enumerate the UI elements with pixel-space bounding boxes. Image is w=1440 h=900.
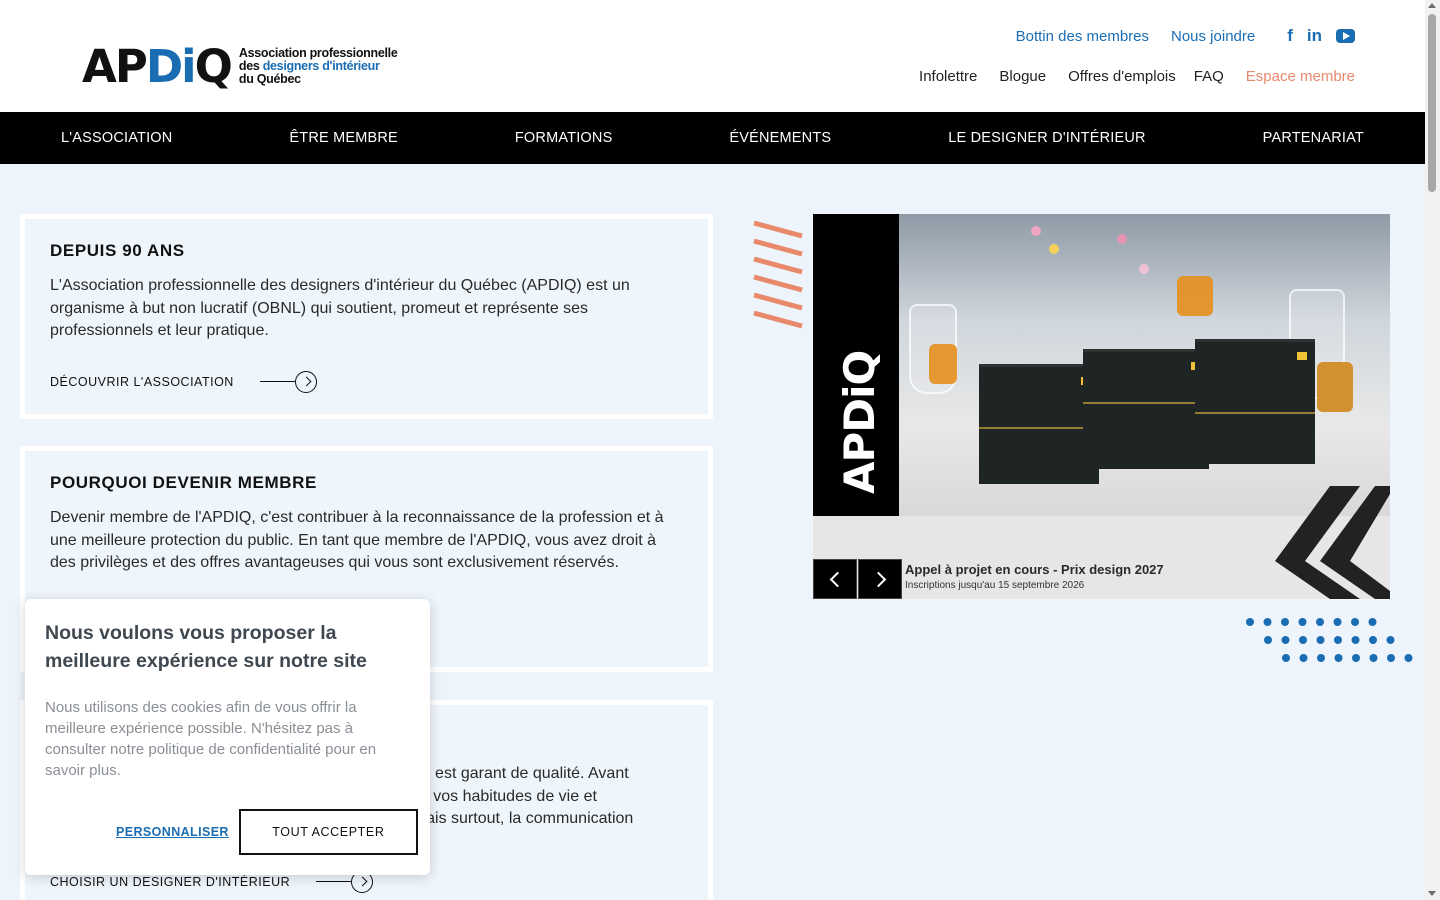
chevrons-left-graphic xyxy=(1275,486,1390,599)
page-scrollbar[interactable] xyxy=(1425,0,1440,900)
dot xyxy=(1281,636,1290,644)
card-text: Devenir membre de l'APDIQ, c'est contrib… xyxy=(50,509,664,571)
cookie-actions: PERSONNALISER TOUT ACCEPTER xyxy=(116,809,418,855)
secondary-links: Infolettre Blogue Offres d'emplois FAQ E… xyxy=(919,68,1355,85)
dot xyxy=(1334,636,1342,644)
site-header: APDiQ Association professionnelle des de… xyxy=(0,0,1425,112)
slide-title: Appel à projet en cours - Prix design 20… xyxy=(905,562,1164,577)
nav-item-evenements[interactable]: ÉVÉNEMENTS xyxy=(729,130,831,146)
linkedin-icon[interactable]: in xyxy=(1307,26,1322,46)
dot xyxy=(1351,618,1359,626)
nav-item-designer[interactable]: LE DESIGNER D'INTÉRIEUR xyxy=(948,130,1146,146)
card-text: L'Association professionnelle des design… xyxy=(50,277,630,339)
decorative-stripes xyxy=(753,220,803,329)
slide-subtitle: Inscriptions jusqu'au 15 septembre 2026 xyxy=(905,580,1085,591)
scroll-down-icon[interactable] xyxy=(1428,891,1436,896)
slide-brand-band: APDiQ xyxy=(813,214,899,516)
customize-cookies-link[interactable]: PERSONNALISER xyxy=(116,825,229,839)
card-title: DEPUIS 90 ANS xyxy=(50,241,185,260)
dot xyxy=(1369,636,1377,644)
dot xyxy=(1316,618,1324,626)
cookie-title: Nous voulons vous proposer la meilleure … xyxy=(45,622,367,672)
accept-all-cookies-button[interactable]: TOUT ACCEPTER xyxy=(238,809,418,855)
nav-item-formations[interactable]: FORMATIONS xyxy=(515,130,613,146)
dot xyxy=(1368,618,1377,626)
nav-item-association[interactable]: L'ASSOCIATION xyxy=(61,130,172,146)
dot xyxy=(1298,618,1307,626)
scroll-up-icon[interactable] xyxy=(1428,3,1436,8)
logo-text: Association professionnelle des designer… xyxy=(238,46,398,86)
dot xyxy=(1369,654,1378,662)
decorative-dots xyxy=(1246,618,1413,662)
logo-mark: APDiQ xyxy=(82,40,233,93)
choose-designer-label[interactable]: CHOISIR UN DESIGNER D'INTÉRIEUR xyxy=(50,875,290,889)
card-title: POURQUOI DEVENIR MEMBRE xyxy=(50,473,317,492)
dot xyxy=(1264,636,1272,644)
apdiq-logo[interactable]: APDiQ Association professionnelle des de… xyxy=(82,40,398,93)
social-links: f in xyxy=(1287,26,1355,46)
dot xyxy=(1263,618,1272,626)
facebook-icon[interactable]: f xyxy=(1287,26,1293,46)
main-nav: L'ASSOCIATION ÊTRE MEMBRE FORMATIONS ÉVÉ… xyxy=(0,112,1425,164)
dot xyxy=(1281,618,1289,626)
card-depuis-90-ans: DEPUIS 90 ANS L'Association professionne… xyxy=(20,214,713,419)
dot xyxy=(1352,654,1360,662)
discover-association-label[interactable]: DÉCOUVRIR L'ASSOCIATION xyxy=(50,375,234,389)
cookie-text: Nous utilisons des cookies afin de vous … xyxy=(45,699,377,779)
dot xyxy=(1246,618,1254,626)
top-links: Bottin des membres Nous joindre f in xyxy=(1016,26,1355,46)
dot xyxy=(1387,654,1395,662)
dot xyxy=(1316,636,1325,644)
dot xyxy=(1299,636,1307,644)
hero-slider[interactable]: APDiQ Appel à projet en cours - Prix des… xyxy=(813,214,1390,599)
blog-link[interactable]: Blogue xyxy=(999,68,1046,85)
arrow-right-icon xyxy=(259,370,317,393)
slide-photo xyxy=(899,214,1390,516)
cookie-consent-dialog: Nous voulons vous proposer la meilleure … xyxy=(25,599,430,875)
discover-association-link[interactable]: DÉCOUVRIR L'ASSOCIATION xyxy=(50,370,683,393)
members-directory-link[interactable]: Bottin des membres xyxy=(1016,28,1149,45)
jobs-link[interactable]: Offres d'emplois xyxy=(1068,68,1176,85)
slide-caption: Appel à projet en cours - Prix design 20… xyxy=(905,562,1164,591)
dot xyxy=(1299,654,1308,662)
dot xyxy=(1386,636,1395,644)
contact-link[interactable]: Nous joindre xyxy=(1171,28,1255,45)
newsletter-link[interactable]: Infolettre xyxy=(919,68,977,85)
dot xyxy=(1282,654,1290,662)
member-space-link[interactable]: Espace membre xyxy=(1246,68,1355,85)
dot xyxy=(1333,618,1342,626)
scrollbar-thumb[interactable] xyxy=(1428,14,1436,192)
faq-link[interactable]: FAQ xyxy=(1194,68,1224,85)
slider-next-button[interactable] xyxy=(858,559,902,599)
slider-prev-button[interactable] xyxy=(813,559,857,599)
dot xyxy=(1317,654,1325,662)
slide-brand-logo: APDiQ xyxy=(835,350,884,494)
dot xyxy=(1404,654,1413,662)
nav-item-partenariat[interactable]: PARTENARIAT xyxy=(1263,130,1364,146)
dot xyxy=(1351,636,1360,644)
nav-item-etre-membre[interactable]: ÊTRE MEMBRE xyxy=(289,130,398,146)
dot xyxy=(1334,654,1343,662)
youtube-icon[interactable] xyxy=(1336,29,1355,43)
